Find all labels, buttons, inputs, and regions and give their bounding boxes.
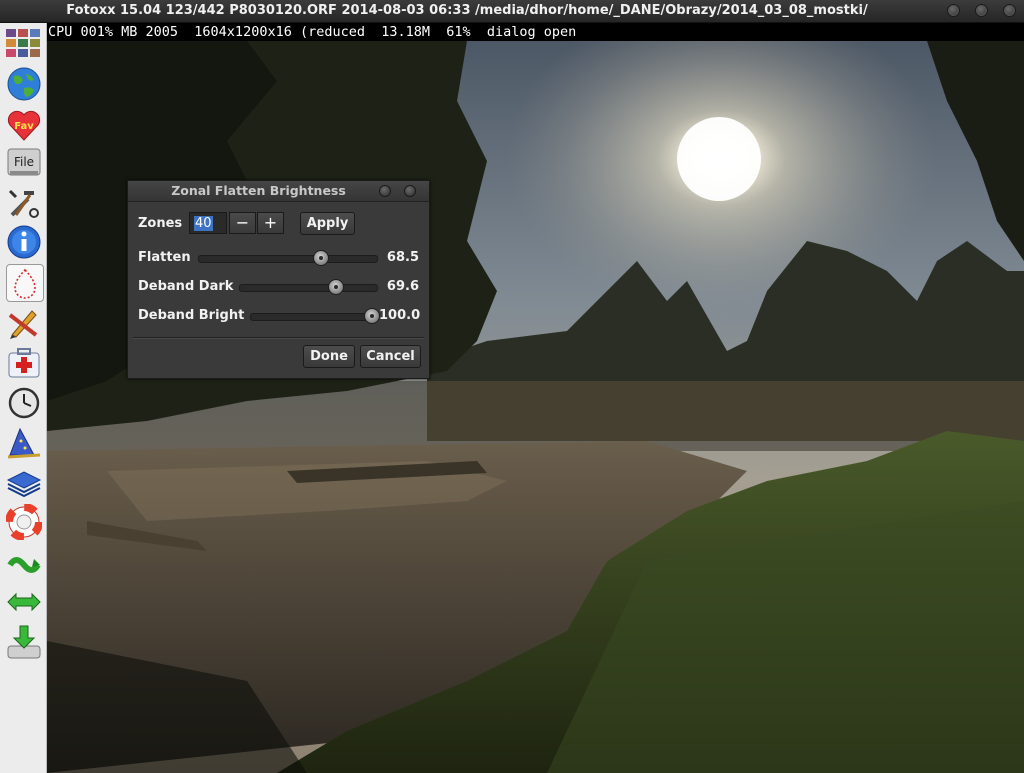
thumbnails-icon[interactable] — [4, 27, 44, 59]
save-download-icon[interactable] — [6, 624, 42, 660]
deband-bright-value: 100.0 — [379, 308, 421, 323]
window-title: Fotoxx 15.04 123/442 P8030120.ORF 2014-0… — [66, 3, 868, 18]
deband-dark-slider-track[interactable] — [239, 284, 378, 292]
dialog-separator — [133, 337, 424, 339]
favorites-icon[interactable]: Fav — [6, 107, 42, 143]
window-titlebar[interactable]: Fotoxx 15.04 123/442 P8030120.ORF 2014-0… — [0, 0, 1024, 23]
zonal-flatten-dialog: Zonal Flatten Brightness Zones 40 − + Ap… — [127, 180, 430, 379]
zones-value-selected: 40 — [194, 216, 213, 231]
dialog-close-button[interactable] — [404, 185, 416, 197]
zones-label: Zones — [138, 216, 183, 231]
close-button[interactable] — [1003, 4, 1016, 17]
clock-icon[interactable] — [6, 385, 42, 421]
undo-redo-icon[interactable] — [6, 545, 42, 581]
dialog-titlebar[interactable]: Zonal Flatten Brightness — [128, 181, 429, 202]
left-toolbar: Fav File — [0, 23, 47, 773]
deband-dark-value: 69.6 — [386, 279, 419, 294]
wizard-icon[interactable] — [6, 425, 42, 461]
fav-label: Fav — [14, 121, 34, 132]
tools-icon[interactable] — [6, 185, 42, 221]
deband-bright-label: Deband Bright — [138, 308, 245, 323]
repair-kit-icon[interactable] — [6, 345, 42, 381]
layers-icon[interactable] — [6, 464, 42, 500]
photo-canvas[interactable] — [47, 41, 1024, 773]
flatten-slider[interactable] — [198, 250, 378, 266]
deband-bright-slider[interactable] — [250, 308, 380, 324]
deband-bright-slider-track[interactable] — [250, 313, 372, 321]
dialog-title: Zonal Flatten Brightness — [171, 183, 346, 198]
edit-brush-icon[interactable] — [6, 305, 42, 341]
cancel-button[interactable]: Cancel — [360, 345, 421, 368]
help-lifebuoy-icon[interactable] — [6, 504, 42, 540]
file-label: File — [14, 155, 34, 169]
select-area-icon[interactable] — [6, 264, 44, 302]
resize-arrows-icon[interactable] — [6, 584, 42, 620]
maximize-button[interactable] — [975, 4, 988, 17]
done-button[interactable]: Done — [303, 345, 355, 368]
deband-dark-slider-handle[interactable] — [327, 279, 344, 295]
dialog-minimize-button[interactable] — [379, 185, 391, 197]
deband-dark-slider[interactable] — [239, 279, 378, 295]
file-icon[interactable]: File — [6, 145, 42, 181]
zones-increment-button[interactable]: + — [257, 212, 284, 234]
minimize-button[interactable] — [947, 4, 960, 17]
deband-bright-slider-handle[interactable] — [364, 308, 380, 324]
deband-dark-label: Deband Dark — [138, 279, 234, 294]
flatten-label: Flatten — [138, 250, 191, 265]
globe-icon[interactable] — [6, 66, 42, 102]
info-icon[interactable] — [6, 224, 42, 260]
zones-decrement-button[interactable]: − — [229, 212, 256, 234]
status-line: CPU 001% MB 2005 1604x1200x16 (reduced 1… — [47, 23, 1024, 41]
flatten-value: 68.5 — [386, 250, 419, 265]
apply-button[interactable]: Apply — [300, 212, 355, 235]
flatten-slider-track[interactable] — [198, 255, 378, 263]
flatten-slider-handle[interactable] — [313, 250, 330, 266]
